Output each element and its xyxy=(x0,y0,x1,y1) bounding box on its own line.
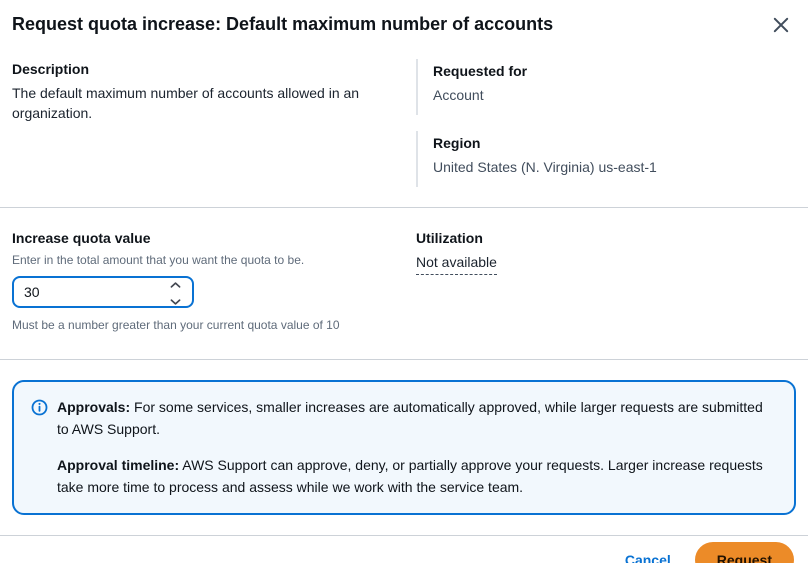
region-block: Region United States (N. Virginia) us-ea… xyxy=(416,131,796,187)
quota-increase-dialog: Request quota increase: Default maximum … xyxy=(0,0,808,563)
stepper-up-icon[interactable] xyxy=(170,276,181,292)
quota-value-description: Enter in the total amount that you want … xyxy=(12,252,392,268)
dialog-header: Request quota increase: Default maximum … xyxy=(0,0,808,49)
requested-for-label: Requested for xyxy=(433,61,796,81)
utilization-label: Utilization xyxy=(416,228,796,248)
overview-right-column: Requested for Account Region United Stat… xyxy=(416,59,796,187)
alert-timeline-lead: Approval timeline: xyxy=(57,457,179,473)
quota-overview-section: Description The default maximum number o… xyxy=(0,49,808,208)
quota-value-label: Increase quota value xyxy=(12,228,392,248)
alert-paragraph-approvals: Approvals: For some services, smaller in… xyxy=(57,396,778,440)
quota-value-input[interactable] xyxy=(14,278,192,306)
requested-for-block: Requested for Account xyxy=(416,59,796,115)
info-icon xyxy=(31,399,48,498)
requested-for-value: Account xyxy=(433,85,796,105)
close-button[interactable] xyxy=(770,14,792,39)
alert-approvals-text: For some services, smaller increases are… xyxy=(57,399,763,437)
dialog-footer: Cancel Request xyxy=(0,535,808,563)
utilization-value[interactable]: Not available xyxy=(416,252,497,275)
alert-paragraph-timeline: Approval timeline: AWS Support can appro… xyxy=(57,454,778,498)
description-value: The default maximum number of accounts a… xyxy=(12,83,392,123)
close-icon xyxy=(772,16,790,37)
dialog-title: Request quota increase: Default maximum … xyxy=(12,13,553,35)
cancel-button[interactable]: Cancel xyxy=(625,552,671,563)
request-button[interactable]: Request xyxy=(695,542,794,563)
region-value: United States (N. Virginia) us-east-1 xyxy=(433,157,796,177)
stepper-down-icon[interactable] xyxy=(170,293,181,309)
utilization-block: Utilization Not available xyxy=(416,228,796,333)
quota-form-section: Increase quota value Enter in the total … xyxy=(0,208,808,360)
description-block: Description The default maximum number o… xyxy=(12,59,416,187)
alert-container: Approvals: For some services, smaller in… xyxy=(0,360,808,535)
number-stepper[interactable] xyxy=(170,276,181,309)
description-label: Description xyxy=(12,59,392,79)
info-alert: Approvals: For some services, smaller in… xyxy=(12,380,796,515)
quota-value-field: Increase quota value Enter in the total … xyxy=(12,228,416,333)
alert-content: Approvals: For some services, smaller in… xyxy=(57,396,778,498)
alert-approvals-lead: Approvals: xyxy=(57,399,130,415)
quota-value-constraint: Must be a number greater than your curre… xyxy=(12,317,392,333)
quota-value-input-box xyxy=(12,276,194,308)
region-label: Region xyxy=(433,133,796,153)
